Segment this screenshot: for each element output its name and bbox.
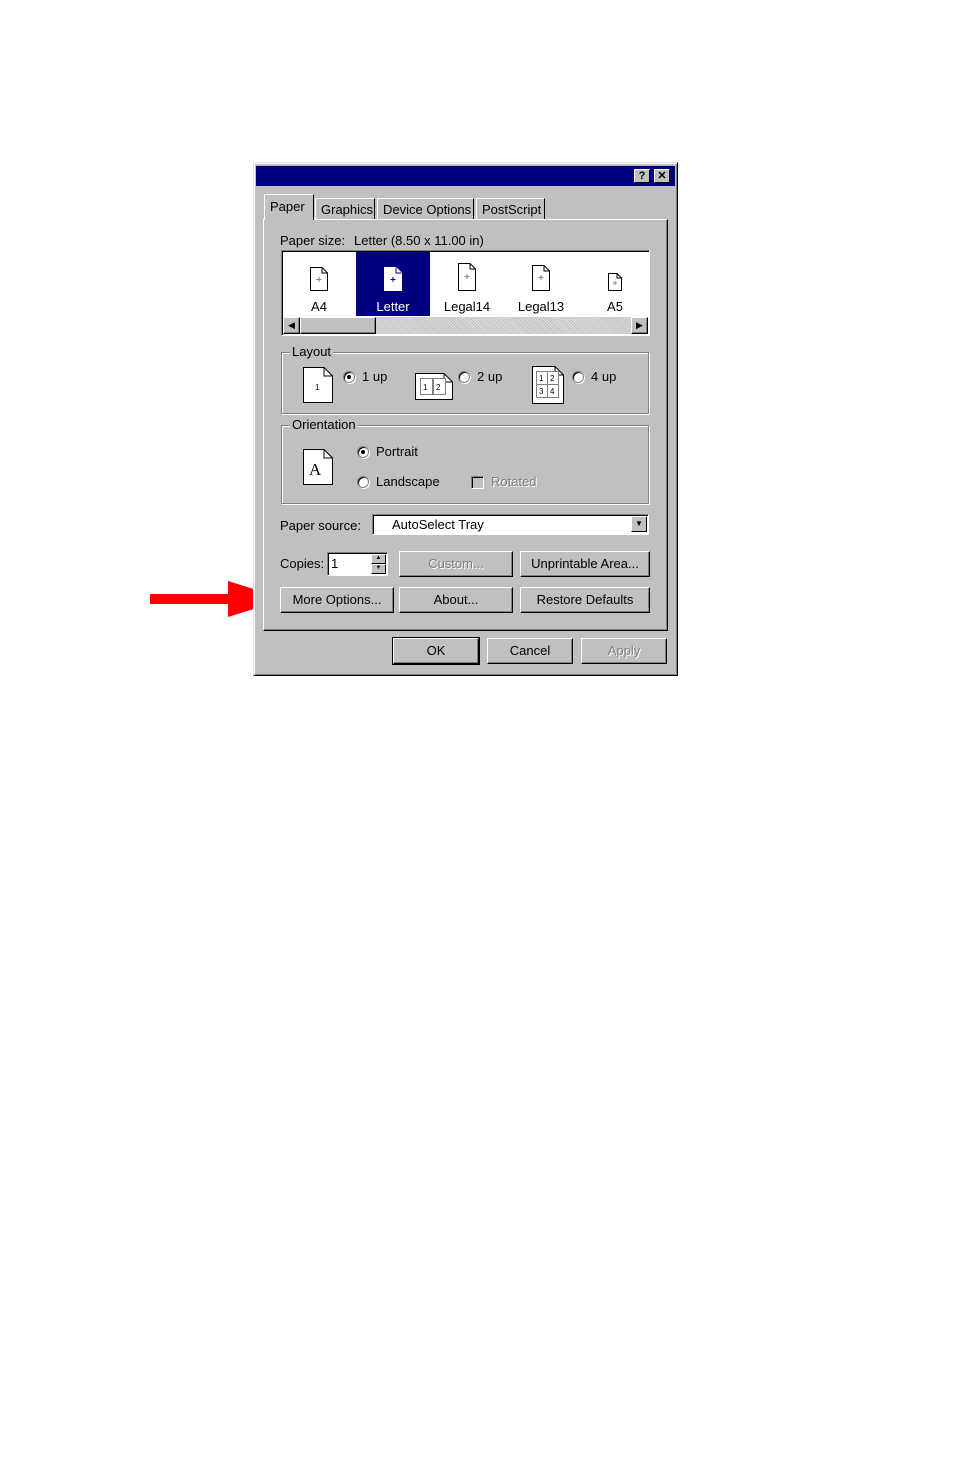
rotated-label: Rotated (491, 474, 537, 489)
help-button[interactable]: ? (634, 169, 650, 183)
dropdown-arrow-icon[interactable]: ▼ (631, 516, 647, 532)
apply-button: Apply (581, 638, 667, 664)
svg-text:1: 1 (315, 383, 320, 392)
orientation-group: Orientation A Portrait Landscape Rotated (281, 417, 649, 504)
printer-properties-dialog: ? ✕ Paper Graphics Device Options PostSc… (253, 162, 678, 676)
layout-1up-radio[interactable] (343, 371, 355, 383)
scroll-right-arrow-icon[interactable]: ▶ (631, 317, 648, 334)
page-icon (384, 267, 402, 291)
page-icon (532, 265, 550, 291)
svg-text:3: 3 (539, 387, 544, 396)
layout-4up-icon: 12 34 (532, 366, 564, 404)
page-icon (310, 267, 328, 291)
tab-postscript[interactable]: PostScript (476, 198, 545, 220)
paper-size-label: Paper size: (280, 233, 346, 248)
about-button[interactable]: About... (399, 587, 513, 613)
paper-list-scrollbar[interactable]: ◀ ▶ (283, 317, 648, 334)
cancel-button[interactable]: Cancel (487, 638, 573, 664)
layout-2up-icon: 12 (415, 373, 453, 400)
restore-defaults-button[interactable]: Restore Defaults (520, 587, 650, 613)
svg-text:4: 4 (550, 387, 555, 396)
copies-label: Copies: (280, 556, 325, 571)
title-bar: ? ✕ (256, 166, 675, 186)
paper-item-a5[interactable]: A5 (578, 252, 649, 316)
spin-down-icon[interactable]: ▼ (371, 564, 386, 574)
paper-item-a4[interactable]: A4 (282, 252, 356, 316)
portrait-label[interactable]: Portrait (376, 444, 418, 459)
custom-button: Custom... (399, 551, 513, 577)
landscape-label[interactable]: Landscape (376, 474, 440, 489)
paper-source-label: Paper source: (280, 518, 361, 533)
more-options-button[interactable]: More Options... (280, 587, 394, 613)
copies-input[interactable]: 1 ▲ ▼ (327, 552, 388, 576)
paper-source-dropdown[interactable]: AutoSelect Tray ▼ (372, 514, 649, 535)
spin-up-icon[interactable]: ▲ (371, 554, 386, 564)
paper-item-letter[interactable]: Letter (356, 252, 430, 316)
layout-group: Layout 1 1 up 12 2 up 12 34 4 up (281, 344, 649, 414)
svg-text:2: 2 (550, 374, 555, 383)
portrait-radio[interactable] (357, 446, 369, 458)
svg-text:A: A (309, 460, 322, 479)
tab-graphics[interactable]: Graphics (315, 198, 375, 220)
page-icon (458, 263, 476, 291)
paper-size-list[interactable]: A4 Letter Legal14 Legal13 A5 ◀ ▶ (281, 250, 650, 336)
landscape-radio[interactable] (357, 476, 369, 488)
rotated-checkbox[interactable] (471, 476, 484, 489)
layout-2up-label[interactable]: 2 up (477, 369, 502, 384)
close-button[interactable]: ✕ (654, 169, 670, 183)
paper-item-legal14[interactable]: Legal14 (430, 252, 504, 316)
page-icon (608, 273, 622, 291)
ok-button[interactable]: OK (392, 637, 480, 665)
scroll-left-arrow-icon[interactable]: ◀ (283, 317, 300, 334)
tab-paper[interactable]: Paper (264, 194, 314, 220)
svg-text:2: 2 (436, 383, 441, 392)
tab-device-options[interactable]: Device Options (377, 198, 474, 220)
layout-1up-icon: 1 (303, 367, 333, 403)
svg-text:1: 1 (539, 374, 544, 383)
svg-text:1: 1 (423, 383, 428, 392)
unprintable-area-button[interactable]: Unprintable Area... (520, 551, 650, 577)
orientation-page-icon: A (303, 449, 333, 485)
copies-value: 1 (331, 556, 339, 571)
layout-4up-radio[interactable] (572, 371, 584, 383)
layout-4up-label[interactable]: 4 up (591, 369, 616, 384)
paper-source-value: AutoSelect Tray (392, 517, 484, 532)
paper-size-value: Letter (8.50 x 11.00 in) (354, 233, 484, 248)
paper-item-legal13[interactable]: Legal13 (504, 252, 578, 316)
layout-1up-label[interactable]: 1 up (362, 369, 387, 384)
layout-2up-radio[interactable] (458, 371, 470, 383)
scrollbar-thumb[interactable] (300, 317, 376, 334)
